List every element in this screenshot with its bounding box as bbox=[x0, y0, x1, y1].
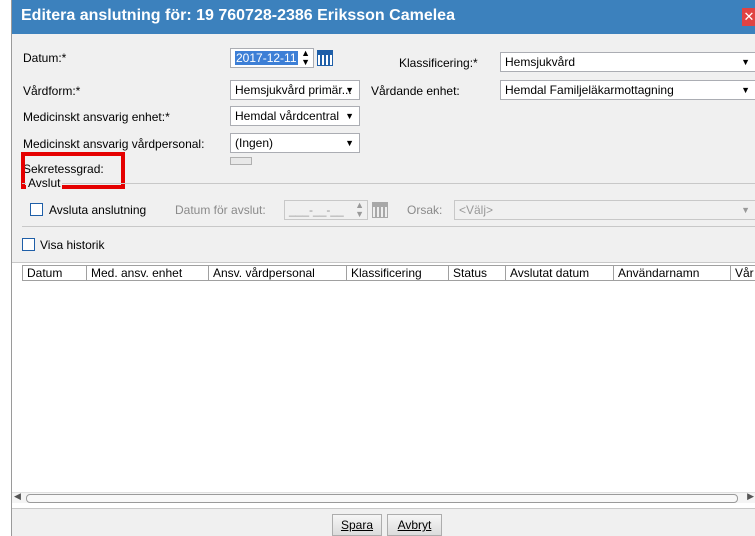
orsak-value: <Välj> bbox=[459, 203, 494, 217]
avslut-section-label: Avslut bbox=[26, 176, 63, 190]
med-personal-value: (Ingen) bbox=[235, 136, 274, 150]
datum-value[interactable]: 2017-12-11 bbox=[235, 51, 298, 65]
med-enhet-value: Hemdal vårdcentral bbox=[235, 109, 340, 123]
column-header[interactable]: Klassificering bbox=[346, 265, 449, 281]
chevron-down-icon: ▼ bbox=[345, 138, 354, 148]
calendar-icon[interactable] bbox=[317, 50, 333, 66]
vardande-enhet-value: Hemdal Familjeläkarmottagning bbox=[505, 83, 674, 97]
avslut-divider bbox=[22, 183, 755, 184]
scroll-right-icon[interactable]: ▶ bbox=[747, 491, 754, 502]
datum-label: Datum:* bbox=[23, 51, 67, 65]
vardande-enhet-label: Vårdande enhet: bbox=[371, 84, 460, 98]
vardande-enhet-select[interactable]: Hemdal Familjeläkarmottagning ▼ bbox=[500, 80, 755, 100]
orsak-label: Orsak: bbox=[407, 203, 443, 217]
vardform-select[interactable]: Hemsjukvård primär... ▼ bbox=[230, 80, 360, 100]
datum-avslut-picker[interactable]: ___-__-__ ▲ ▼ bbox=[284, 200, 368, 220]
chevron-down-icon: ▼ bbox=[741, 57, 750, 67]
sekretess-indicator[interactable] bbox=[230, 157, 252, 165]
section-divider bbox=[22, 226, 755, 227]
horizontal-scrollbar[interactable]: ◀ ▶ bbox=[12, 491, 755, 503]
spin-icon[interactable]: ▲ ▼ bbox=[301, 49, 310, 67]
scroll-left-icon[interactable]: ◀ bbox=[14, 491, 21, 502]
med-personal-label: Medicinskt ansvarig vårdpersonal: bbox=[23, 137, 205, 151]
spara-label: Spara bbox=[340, 518, 374, 532]
med-enhet-label: Medicinskt ansvarig enhet:* bbox=[23, 110, 170, 124]
klassificering-select[interactable]: Hemsjukvård ▼ bbox=[500, 52, 755, 72]
chevron-down-icon: ▼ bbox=[345, 111, 354, 121]
chevron-down-icon: ▼ bbox=[741, 205, 750, 215]
close-icon[interactable]: ✕ bbox=[744, 9, 755, 24]
datum-avslut-value: ___-__-__ bbox=[289, 203, 344, 217]
history-table: Datum Med. ansv. enhet Ansv. vårdpersona… bbox=[12, 262, 755, 509]
klassificering-value: Hemsjukvård bbox=[505, 55, 576, 69]
spara-button[interactable]: Spara bbox=[332, 514, 382, 536]
med-personal-select[interactable]: (Ingen) ▼ bbox=[230, 133, 360, 153]
avsluta-anslutning-label: Avsluta anslutning bbox=[49, 203, 147, 217]
column-header[interactable]: Avslutat datum bbox=[505, 265, 614, 281]
klassificering-label: Klassificering:* bbox=[399, 56, 478, 70]
column-header[interactable]: Vår bbox=[730, 265, 755, 281]
avsluta-anslutning-checkbox[interactable] bbox=[30, 203, 43, 216]
calendar-icon[interactable] bbox=[372, 202, 388, 218]
column-header[interactable]: Användarnamn bbox=[613, 265, 731, 281]
dialog-window: Editera anslutning för: 19 760728-2386 E… bbox=[11, 0, 755, 536]
spin-icon[interactable]: ▲ ▼ bbox=[355, 201, 364, 219]
vardform-value: Hemsjukvård primär... bbox=[235, 83, 352, 97]
datum-date-picker[interactable]: 2017-12-11 ▲ ▼ bbox=[230, 48, 314, 68]
datum-avslut-label: Datum för avslut: bbox=[175, 203, 266, 217]
column-header[interactable]: Datum bbox=[22, 265, 87, 281]
avbryt-button[interactable]: Avbryt bbox=[387, 514, 442, 536]
scrollbar-thumb[interactable] bbox=[26, 494, 738, 503]
column-header[interactable]: Med. ansv. enhet bbox=[86, 265, 209, 281]
visa-historik-label: Visa historik bbox=[40, 238, 105, 252]
chevron-down-icon: ▼ bbox=[345, 85, 354, 95]
close-button[interactable]: ✕ bbox=[742, 8, 755, 26]
med-enhet-select[interactable]: Hemdal vårdcentral ▼ bbox=[230, 106, 360, 126]
vardform-label: Vårdform:* bbox=[23, 84, 81, 98]
title-bar: Editera anslutning för: 19 760728-2386 E… bbox=[12, 0, 755, 34]
visa-historik-checkbox[interactable] bbox=[22, 238, 35, 251]
column-header[interactable]: Status bbox=[448, 265, 506, 281]
chevron-down-icon: ▼ bbox=[741, 85, 750, 95]
window-title: Editera anslutning för: 19 760728-2386 E… bbox=[21, 7, 455, 24]
column-header[interactable]: Ansv. vårdpersonal bbox=[208, 265, 347, 281]
avbryt-label: Avbryt bbox=[397, 518, 432, 532]
orsak-select[interactable]: <Välj> ▼ bbox=[454, 200, 755, 220]
